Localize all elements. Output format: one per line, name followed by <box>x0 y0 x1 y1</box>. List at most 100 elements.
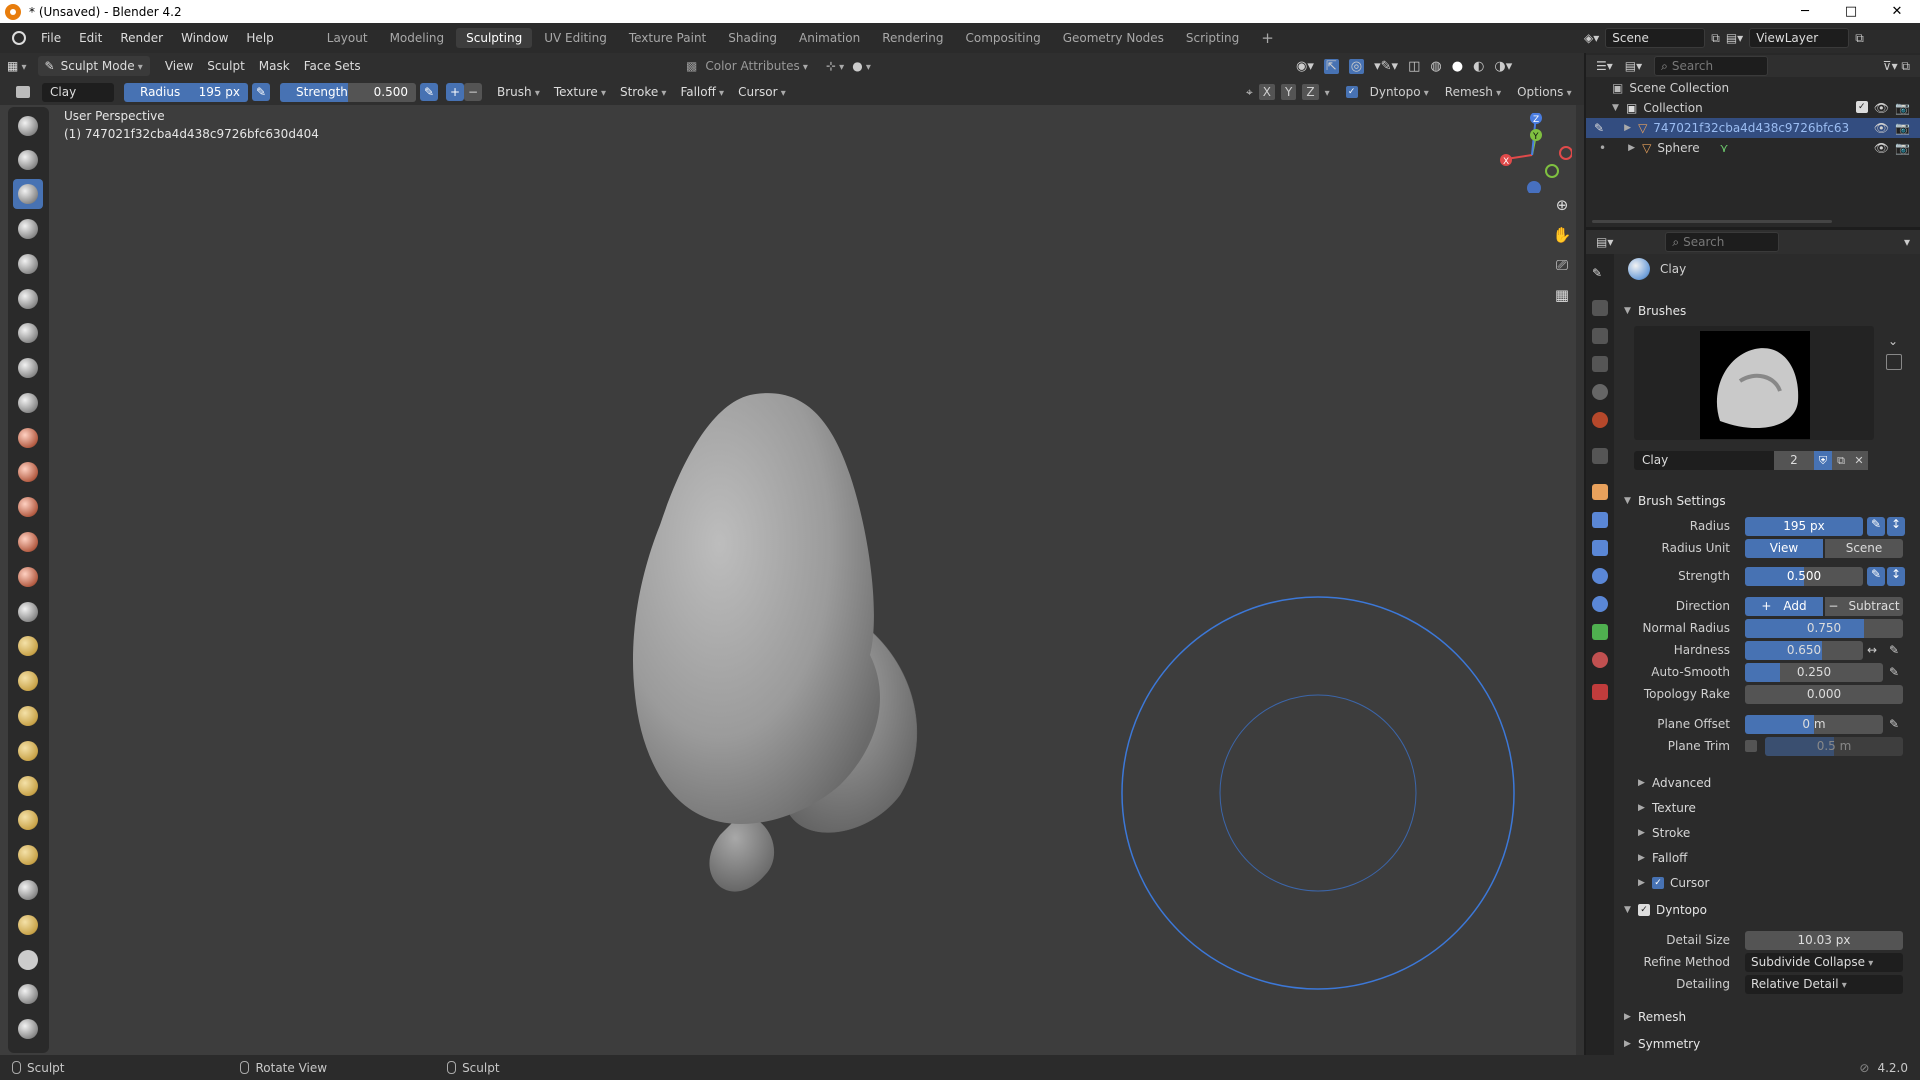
auto-smooth-pressure-icon[interactable]: ✎ <box>1889 665 1899 679</box>
strength-pressure-toggle-icon[interactable]: ✎ <box>1867 566 1885 586</box>
symmetry-x-button[interactable]: X <box>1258 84 1275 100</box>
zoom-icon[interactable]: ⊕ <box>1550 193 1574 217</box>
normal-radius-field[interactable]: 0.750 <box>1745 618 1903 638</box>
pinch-brush-tool[interactable] <box>13 597 43 627</box>
menu-mask[interactable]: Mask <box>252 59 297 73</box>
scene-icon[interactable]: ◈▾ <box>1584 31 1599 45</box>
collection-visibility-icon[interactable]: 👁 <box>1874 101 1889 115</box>
outliner-search-field[interactable]: ⌕ Search <box>1654 56 1769 76</box>
brush-datablock-name[interactable]: Clay <box>1634 450 1774 470</box>
scene-selector[interactable]: Scene <box>1605 28 1706 48</box>
remesh-panel-header[interactable]: ▶ Remesh <box>1624 1010 1686 1024</box>
detailing-select[interactable]: Relative Detail <box>1745 974 1903 994</box>
crease-brush-tool[interactable] <box>13 388 43 418</box>
add-workspace-icon[interactable]: + <box>1251 26 1284 50</box>
radius-pressure-toggle-icon[interactable]: ✎ <box>1867 516 1885 536</box>
tab-geometry-nodes[interactable]: Geometry Nodes <box>1053 28 1174 48</box>
nudge-brush-tool[interactable] <box>13 805 43 835</box>
brush-thumbnail-icon[interactable] <box>16 86 30 98</box>
strength-curve-icon[interactable]: ↕ <box>1887 566 1905 586</box>
world-tab-icon[interactable] <box>1592 412 1608 428</box>
hardness-field[interactable]: 0.650 <box>1745 640 1863 660</box>
falloff-dropdown[interactable]: Falloff <box>673 85 731 99</box>
radius-pressure-icon[interactable]: ✎ <box>252 83 270 101</box>
object-render-icon[interactable]: 📷 <box>1895 121 1910 135</box>
brushes-panel-header[interactable]: ▼ Brushes <box>1624 304 1686 318</box>
brush-user-count[interactable]: 2 <box>1774 450 1814 470</box>
plane-offset-pressure-icon[interactable]: ✎ <box>1889 717 1899 731</box>
menu-sculpt[interactable]: Sculpt <box>200 59 251 73</box>
tool-tab-icon[interactable]: ✎ <box>1592 266 1608 282</box>
clay-brush-tool[interactable] <box>13 179 43 209</box>
radius-field[interactable]: Radius 195 px <box>124 82 248 102</box>
radius-unit-scene-button[interactable]: Scene <box>1825 538 1903 558</box>
data-tab-icon[interactable] <box>1592 624 1608 640</box>
filter-icon[interactable]: ⊽▾ ⧉ <box>1883 59 1910 74</box>
menu-edit[interactable]: Edit <box>70 31 111 45</box>
simplify-brush-tool[interactable] <box>13 979 43 1009</box>
object-visibility-icon[interactable]: 👁 <box>1874 121 1889 135</box>
tab-rendering[interactable]: Rendering <box>872 28 953 48</box>
3d-viewport[interactable]: User Perspective (1) 747021f32cba4d438c9… <box>0 105 1584 1055</box>
sphere-expand-icon[interactable]: ▶ <box>1628 143 1642 153</box>
symmetry-panel-header[interactable]: ▶ Symmetry <box>1624 1037 1700 1051</box>
outliner-scrollbar[interactable] <box>1592 220 1832 223</box>
pan-hand-icon[interactable]: ✋ <box>1550 223 1574 247</box>
scrape-brush-tool[interactable] <box>13 527 43 557</box>
brush-list-dropdown-icon[interactable]: ⌄ <box>1888 334 1898 348</box>
tab-animation[interactable]: Animation <box>789 28 870 48</box>
cursor-dropdown[interactable]: Cursor <box>731 85 793 99</box>
modifier-tab-icon[interactable] <box>1592 512 1608 528</box>
tab-scripting[interactable]: Scripting <box>1176 28 1249 48</box>
fill-brush-tool[interactable] <box>13 492 43 522</box>
physics-tab-icon[interactable] <box>1592 568 1608 584</box>
texture-subpanel[interactable]: ▶ Texture <box>1638 801 1696 815</box>
cursor-checkbox[interactable]: ✓ <box>1652 877 1664 889</box>
boundary-brush-tool[interactable] <box>13 910 43 940</box>
dyntopo-dropdown[interactable]: Dyntopo <box>1370 85 1429 99</box>
tab-compositing[interactable]: Compositing <box>955 28 1050 48</box>
snake-hook-brush-tool[interactable] <box>13 701 43 731</box>
rotate-brush-tool[interactable] <box>13 840 43 870</box>
camera-view-icon[interactable]: ⎚ <box>1550 253 1574 277</box>
refine-method-select[interactable]: Subdivide Collapse <box>1745 952 1903 972</box>
dyntopo-checkbox[interactable]: ✓ <box>1345 86 1358 98</box>
collection-label[interactable]: Collection <box>1643 101 1702 115</box>
grab-brush-tool[interactable] <box>13 631 43 661</box>
transform-pivot-icon[interactable]: ⊹ <box>826 59 844 73</box>
properties-options-icon[interactable]: ▾ <box>1904 235 1910 249</box>
brush-settings-panel-header[interactable]: ▼ Brush Settings <box>1624 494 1726 508</box>
navigation-gizmo[interactable]: X Y Z <box>1492 113 1572 193</box>
editor-type-icon[interactable]: ▦ <box>0 59 34 73</box>
minimize-button[interactable]: ─ <box>1782 4 1828 19</box>
plane-offset-field[interactable]: 0 m <box>1745 714 1883 734</box>
menu-window[interactable]: Window <box>172 31 237 45</box>
elastic-deform-brush-tool[interactable] <box>13 666 43 696</box>
radius-curve-icon[interactable]: ↕ <box>1887 516 1905 536</box>
brush-preview-area[interactable] <box>1634 326 1874 440</box>
texture-tab-icon[interactable] <box>1592 684 1608 700</box>
object-dot-icon[interactable]: • <box>1599 141 1606 155</box>
tab-sculpting[interactable]: Sculpting <box>456 28 533 48</box>
wireframe-shading-icon[interactable]: ◫ <box>1408 59 1420 74</box>
sphere-render-icon[interactable]: 📷 <box>1895 141 1910 155</box>
edit-mode-object-icon[interactable]: ✎ <box>1594 121 1604 135</box>
cloth-brush-tool[interactable] <box>13 945 43 975</box>
smooth-brush-tool[interactable] <box>13 423 43 453</box>
object-name-0[interactable]: 747021f32cba4d438c9726bfc63 <box>1653 121 1863 135</box>
strength-pressure-icon[interactable]: ✎ <box>420 83 438 101</box>
object-tab-icon[interactable] <box>1592 484 1608 500</box>
constraints-tab-icon[interactable] <box>1592 596 1608 612</box>
multiplane-scrape-brush-tool[interactable] <box>13 562 43 592</box>
view-layer-selector[interactable]: ViewLayer <box>1749 28 1850 48</box>
maximize-button[interactable]: □ <box>1828 4 1874 19</box>
color-attributes-dropdown[interactable]: Color Attributes <box>705 59 808 73</box>
radius-prop-field[interactable]: 195 px <box>1745 516 1863 536</box>
draw-sharp-brush-tool[interactable] <box>13 145 43 175</box>
dyntopo-panel-checkbox[interactable]: ✓ <box>1638 904 1650 916</box>
material-shading-icon[interactable]: ● <box>1452 59 1463 74</box>
view-layer-tab-icon[interactable] <box>1592 356 1608 372</box>
slide-relax-brush-tool[interactable] <box>13 875 43 905</box>
inflate-brush-tool[interactable] <box>13 318 43 348</box>
direction-subtract-toggle[interactable]: − Subtract <box>1825 596 1903 616</box>
